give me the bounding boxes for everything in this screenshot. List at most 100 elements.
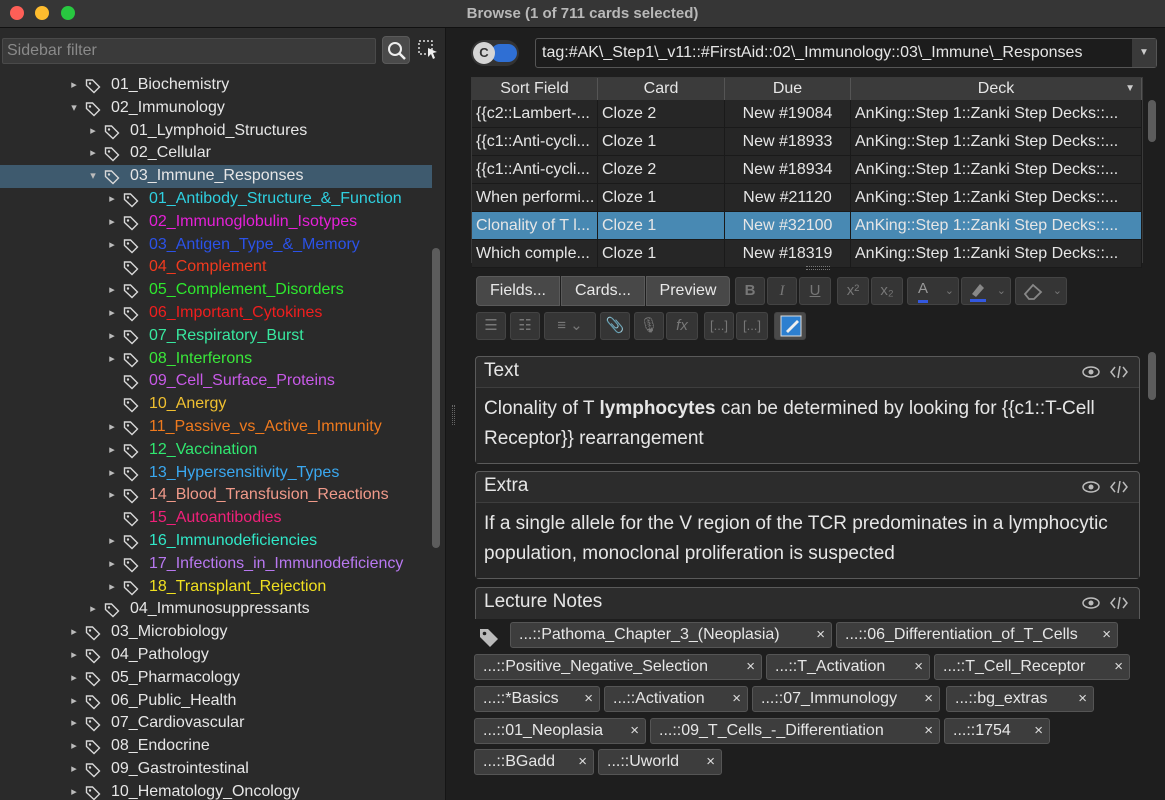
remove-tag-icon[interactable]: × [1078, 687, 1087, 711]
html-editor-icon[interactable] [1110, 594, 1128, 612]
cloze-button[interactable]: [...] [704, 312, 734, 340]
remove-tag-icon[interactable]: × [732, 687, 741, 711]
mathjax-button[interactable]: fx [666, 312, 698, 340]
remove-tag-icon[interactable]: × [630, 719, 639, 743]
sidebar-tree-item[interactable]: ▸ 07_Cardiovascular [0, 712, 432, 735]
chevron-right-icon[interactable]: ▸ [106, 416, 118, 439]
sidebar-tree-item[interactable]: ▸ 07_Respiratory_Burst [0, 325, 432, 348]
chevron-right-icon[interactable]: ▸ [87, 598, 99, 621]
sidebar-scrollbar[interactable] [432, 248, 440, 548]
sidebar-tree-item[interactable]: ▸ 02_Immunoglobulin_Isotypes [0, 211, 432, 234]
chevron-right-icon[interactable]: ▸ [68, 667, 80, 690]
remove-tag-icon[interactable]: × [1102, 623, 1111, 647]
sidebar-tree-item[interactable]: ▸ 05_Complement_Disorders [0, 279, 432, 302]
sidebar-tree-item[interactable]: ▸ 06_Important_Cytokines [0, 302, 432, 325]
tag-chip[interactable]: ...::1754 × [944, 718, 1050, 744]
chevron-right-icon[interactable]: ▸ [68, 781, 80, 800]
table-row[interactable]: {{c2::Lambert-... Cloze 2 New #19084 AnKing… [472, 100, 1142, 128]
record-audio-button[interactable]: 🎙 [634, 312, 664, 340]
sidebar-tree-item[interactable]: ▸ 04_Immunosuppressants [0, 598, 432, 621]
sidebar-tree-item[interactable]: 15_Autoantibodies [0, 507, 432, 530]
tag-chip[interactable]: ...::01_Neoplasia × [474, 718, 646, 744]
chevron-right-icon[interactable]: ▸ [106, 439, 118, 462]
eye-icon[interactable] [1082, 594, 1100, 612]
sidebar-tree-item[interactable]: ▸ 16_Immunodeficiencies [0, 530, 432, 553]
chevron-right-icon[interactable]: ▸ [106, 553, 118, 576]
remove-tag-icon[interactable]: × [1114, 655, 1123, 679]
unordered-list-button[interactable]: ☰ [476, 312, 506, 340]
chevron-right-icon[interactable]: ▸ [68, 712, 80, 735]
html-editor-icon[interactable] [1110, 363, 1128, 381]
sidebar-tree-item[interactable]: ▸ 03_Antigen_Type_&_Memory [0, 234, 432, 257]
search-query-input[interactable]: tag:#AK\_Step1\_v11::#FirstAid::02\_Immu… [535, 38, 1157, 68]
text-field-editor[interactable]: Clonality of T lymphocytes can be determ… [476, 387, 1139, 463]
sidebar-search-button[interactable] [382, 36, 410, 64]
table-row[interactable]: When performi... Cloze 1 New #21120 AnKing:… [472, 184, 1142, 212]
remove-tag-icon[interactable]: × [584, 687, 593, 711]
table-row[interactable]: Clonality of T l... Cloze 1 New #32100 AnKi… [472, 212, 1142, 240]
sidebar-tree-item[interactable]: ▾ 03_Immune_Responses [0, 165, 432, 188]
cards-button[interactable]: Cards... [561, 276, 645, 306]
chevron-right-icon[interactable]: ▸ [106, 462, 118, 485]
card-note-toggle[interactable]: C [471, 40, 519, 66]
sidebar-select-mode-button[interactable] [416, 36, 442, 64]
sidebar-tree-item[interactable]: ▸ 10_Hematology_Oncology [0, 781, 432, 800]
chevron-right-icon[interactable]: ▸ [106, 302, 118, 325]
chevron-down-icon[interactable]: ▼ [1132, 39, 1156, 67]
attach-button[interactable]: 📎 [600, 312, 630, 340]
sidebar-tree-item[interactable]: 10_Anergy [0, 393, 432, 416]
remove-tag-icon[interactable]: × [924, 687, 933, 711]
subscript-button[interactable]: x₂ [871, 277, 903, 305]
tag-chip[interactable]: ...::bg_extras × [946, 686, 1094, 712]
table-resize-grip[interactable] [806, 266, 830, 270]
font-color-button[interactable]: A ⌄ [907, 277, 959, 305]
remove-format-button[interactable]: ⌄ [1015, 277, 1067, 305]
image-occlusion-button[interactable] [774, 312, 806, 340]
remove-tag-icon[interactable]: × [816, 623, 825, 647]
editor-scrollbar[interactable] [1148, 352, 1156, 400]
chevron-right-icon[interactable]: ▸ [87, 142, 99, 165]
tag-editor[interactable]: ...::Pathoma_Chapter_3_(Neoplasia) ×...::… [474, 622, 1154, 792]
align-button[interactable]: ≡ ⌄ [544, 312, 596, 340]
chevron-right-icon[interactable]: ▸ [68, 758, 80, 781]
sidebar-tree-item[interactable]: ▸ 05_Pharmacology [0, 667, 432, 690]
bold-button[interactable]: B [735, 277, 765, 305]
table-row[interactable]: {{c1::Anti-cycli... Cloze 1 New #18933 AnKi… [472, 128, 1142, 156]
table-row[interactable]: {{c1::Anti-cycli... Cloze 2 New #18934 AnKi… [472, 156, 1142, 184]
fields-button[interactable]: Fields... [476, 276, 560, 306]
tag-chip[interactable]: ...::Pathoma_Chapter_3_(Neoplasia) × [510, 622, 832, 648]
chevron-right-icon[interactable]: ▸ [106, 325, 118, 348]
column-header-sort-field[interactable]: Sort Field [472, 78, 598, 100]
chevron-right-icon[interactable]: ▸ [106, 484, 118, 507]
sidebar-tree-item[interactable]: ▸ 08_Interferons [0, 348, 432, 371]
chevron-down-icon[interactable]: ▾ [87, 165, 99, 188]
tag-chip[interactable]: ...::09_T_Cells_-_Differentiation × [650, 718, 940, 744]
eye-icon[interactable] [1082, 363, 1100, 381]
remove-tag-icon[interactable]: × [924, 719, 933, 743]
remove-tag-icon[interactable]: × [706, 750, 715, 774]
sidebar-tree-item[interactable]: ▸ 04_Pathology [0, 644, 432, 667]
sidebar-tree-item[interactable]: ▸ 09_Gastrointestinal [0, 758, 432, 781]
chevron-right-icon[interactable]: ▸ [68, 621, 80, 644]
tag-chip[interactable]: ...::BGadd × [474, 749, 594, 775]
sidebar-tree-item[interactable]: 09_Cell_Surface_Proteins [0, 370, 432, 393]
preview-button[interactable]: Preview [646, 276, 730, 306]
tag-chip[interactable]: ...::Activation × [604, 686, 748, 712]
chevron-right-icon[interactable]: ▸ [106, 348, 118, 371]
column-header-due[interactable]: Due [725, 78, 851, 100]
html-editor-icon[interactable] [1110, 478, 1128, 496]
chevron-right-icon[interactable]: ▸ [106, 234, 118, 257]
column-header-deck[interactable]: Deck ▼ [851, 78, 1142, 100]
extra-field-editor[interactable]: If a single allele for the V region of t… [476, 502, 1139, 578]
sidebar-tree-item[interactable]: ▸ 14_Blood_Transfusion_Reactions [0, 484, 432, 507]
sidebar-tree-item[interactable]: ▸ 06_Public_Health [0, 690, 432, 713]
chevron-right-icon[interactable]: ▸ [106, 211, 118, 234]
chevron-right-icon[interactable]: ▸ [68, 644, 80, 667]
cloze-same-button[interactable]: [...] [736, 312, 768, 340]
ordered-list-button[interactable]: ☷ [510, 312, 540, 340]
chevron-right-icon[interactable]: ▸ [106, 576, 118, 599]
remove-tag-icon[interactable]: × [746, 655, 755, 679]
italic-button[interactable]: I [767, 277, 797, 305]
tag-chip[interactable]: ...::Positive_Negative_Selection × [474, 654, 762, 680]
sidebar-tree-item[interactable]: ▸ 08_Endocrine [0, 735, 432, 758]
